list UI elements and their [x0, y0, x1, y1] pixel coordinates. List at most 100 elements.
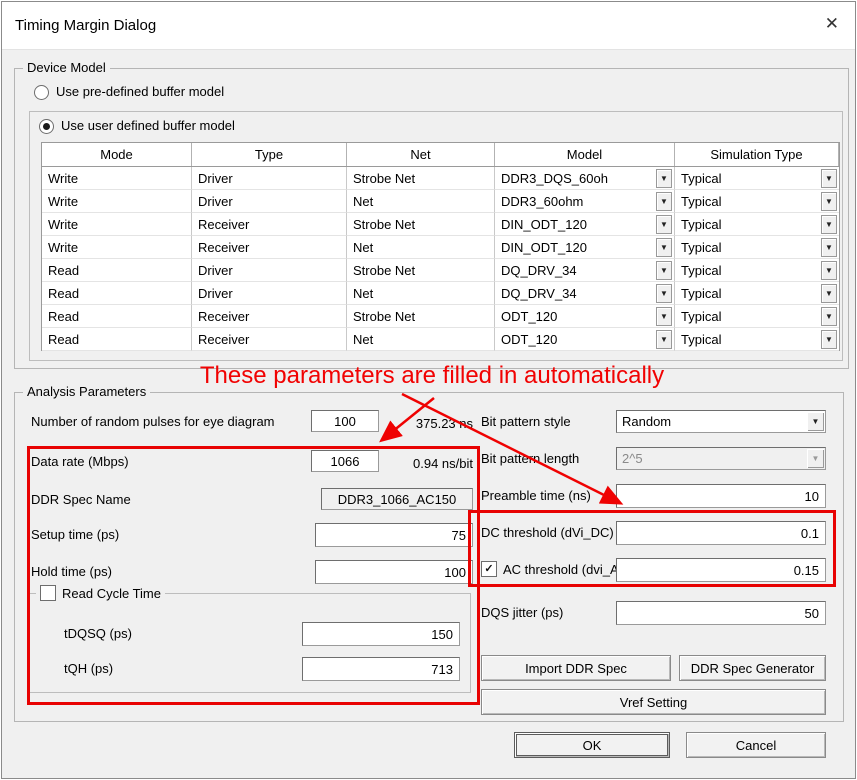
data-rate-per-bit-text: 0.94 ns/bit — [397, 456, 473, 471]
model-value: ODT_120 — [501, 309, 557, 324]
bit-pattern-length-label: Bit pattern length — [481, 451, 579, 466]
user-defined-buffer-label: Use user defined buffer model — [61, 118, 235, 133]
model-dropdown[interactable]: DDR3_DQS_60oh ▼ — [495, 167, 675, 190]
data-rate-value: 1066 — [331, 454, 360, 469]
read-cycle-time-group: Read Cycle Time tDQSQ (ps) 150 tQH (ps) … — [29, 593, 471, 693]
table-row: Write Driver Net DDR3_60ohm ▼ Typical ▼ — [42, 190, 839, 213]
dqs-jitter-label: DQS jitter (ps) — [481, 605, 563, 620]
simulation-type-dropdown[interactable]: Typical ▼ — [675, 282, 839, 305]
chevron-down-icon[interactable]: ▼ — [656, 261, 672, 280]
model-dropdown[interactable]: DDR3_60ohm ▼ — [495, 190, 675, 213]
sim-value: Typical — [681, 309, 721, 324]
type-cell: Driver — [192, 259, 347, 282]
tqh-input[interactable]: 713 — [302, 657, 460, 681]
simulation-type-dropdown[interactable]: Typical ▼ — [675, 259, 839, 282]
close-icon[interactable]: ✕ — [825, 14, 839, 34]
simulation-type-dropdown[interactable]: Typical ▼ — [675, 167, 839, 190]
simulation-type-dropdown[interactable]: Typical ▼ — [675, 190, 839, 213]
model-dropdown[interactable]: DIN_ODT_120 ▼ — [495, 213, 675, 236]
net-cell: Strobe Net — [347, 305, 495, 328]
type-cell: Driver — [192, 282, 347, 305]
simulation-type-dropdown[interactable]: Typical ▼ — [675, 328, 839, 351]
chevron-down-icon[interactable]: ▼ — [821, 284, 837, 303]
checkmark-icon: ✓ — [484, 564, 493, 575]
dialog-title: Timing Margin Dialog — [15, 17, 156, 34]
chevron-down-icon[interactable]: ▼ — [656, 215, 672, 234]
ok-button[interactable]: OK — [514, 732, 670, 758]
model-dropdown[interactable]: DQ_DRV_34 ▼ — [495, 282, 675, 305]
mode-cell: Read — [42, 328, 192, 351]
ac-threshold-checkbox[interactable]: ✓ — [481, 561, 497, 577]
net-cell: Strobe Net — [347, 213, 495, 236]
sim-value: Typical — [681, 332, 721, 347]
tdqsq-input[interactable]: 150 — [302, 622, 460, 646]
chevron-down-icon[interactable]: ▼ — [656, 330, 672, 349]
chevron-down-icon[interactable]: ▼ — [821, 192, 837, 211]
type-cell: Receiver — [192, 328, 347, 351]
ac-threshold-input[interactable]: 0.15 — [616, 558, 826, 582]
mode-cell: Read — [42, 282, 192, 305]
chevron-down-icon[interactable]: ▼ — [821, 330, 837, 349]
cancel-button[interactable]: Cancel — [686, 732, 826, 758]
setup-time-input[interactable]: 75 — [315, 523, 473, 547]
ddr-spec-generator-button[interactable]: DDR Spec Generator — [679, 655, 826, 681]
simulation-type-dropdown[interactable]: Typical ▼ — [675, 236, 839, 259]
predefined-buffer-label: Use pre-defined buffer model — [56, 84, 224, 99]
table-row: Read Driver Net DQ_DRV_34 ▼ Typical ▼ — [42, 282, 839, 305]
chevron-down-icon[interactable]: ▼ — [656, 169, 672, 188]
mode-cell: Read — [42, 259, 192, 282]
table-row: Write Receiver Strobe Net DIN_ODT_120 ▼ … — [42, 213, 839, 236]
type-cell: Receiver — [192, 213, 347, 236]
net-cell: Strobe Net — [347, 259, 495, 282]
ddr-spec-name-label: DDR Spec Name — [31, 492, 131, 507]
mode-cell: Write — [42, 190, 192, 213]
predefined-buffer-radio[interactable] — [34, 85, 49, 100]
read-cycle-time-checkbox[interactable] — [40, 585, 56, 601]
dc-threshold-value: 0.1 — [801, 526, 819, 541]
chevron-down-icon[interactable]: ▼ — [821, 169, 837, 188]
model-dropdown[interactable]: DQ_DRV_34 ▼ — [495, 259, 675, 282]
simulation-type-dropdown[interactable]: Typical ▼ — [675, 305, 839, 328]
chevron-down-icon[interactable]: ▼ — [821, 261, 837, 280]
data-rate-input[interactable]: 1066 — [311, 450, 379, 472]
col-header-type: Type — [192, 143, 347, 166]
hold-time-value: 100 — [444, 565, 466, 580]
chevron-down-icon[interactable]: ▼ — [656, 192, 672, 211]
bit-pattern-length-value: 2^5 — [617, 448, 806, 469]
hold-time-input[interactable]: 100 — [315, 560, 473, 584]
chevron-down-icon[interactable]: ▼ — [656, 284, 672, 303]
simulation-type-dropdown[interactable]: Typical ▼ — [675, 213, 839, 236]
pulses-input[interactable]: 100 — [311, 410, 379, 432]
type-cell: Receiver — [192, 305, 347, 328]
type-cell: Driver — [192, 190, 347, 213]
ac-threshold-value: 0.15 — [794, 563, 819, 578]
preamble-time-input[interactable]: 10 — [616, 484, 826, 508]
mode-cell: Write — [42, 213, 192, 236]
vref-setting-button[interactable]: Vref Setting — [481, 689, 826, 715]
chevron-down-icon[interactable]: ▼ — [821, 215, 837, 234]
model-dropdown[interactable]: DIN_ODT_120 ▼ — [495, 236, 675, 259]
chevron-down-icon[interactable]: ▼ — [656, 238, 672, 257]
bit-pattern-style-dropdown[interactable]: Random ▼ — [616, 410, 826, 433]
ddr-spec-name-field: DDR3_1066_AC150 — [321, 488, 473, 510]
pulses-value: 100 — [334, 414, 356, 429]
model-dropdown[interactable]: ODT_120 ▼ — [495, 328, 675, 351]
import-ddr-spec-button[interactable]: Import DDR Spec — [481, 655, 671, 681]
model-value: DIN_ODT_120 — [501, 217, 587, 232]
chevron-down-icon[interactable]: ▼ — [807, 412, 824, 431]
chevron-down-icon[interactable]: ▼ — [821, 238, 837, 257]
analysis-parameters-group: Analysis Parameters Number of random pul… — [14, 392, 844, 722]
model-dropdown[interactable]: ODT_120 ▼ — [495, 305, 675, 328]
ddr-spec-name-value: DDR3_1066_AC150 — [338, 492, 457, 507]
table-header-row: Mode Type Net Model Simulation Type — [42, 143, 839, 167]
chevron-down-icon[interactable]: ▼ — [821, 307, 837, 326]
user-defined-buffer-radio[interactable] — [39, 119, 54, 134]
tqh-label: tQH (ps) — [64, 661, 113, 676]
table-row: Read Receiver Net ODT_120 ▼ Typical ▼ — [42, 328, 839, 351]
dqs-jitter-input[interactable]: 50 — [616, 601, 826, 625]
chevron-down-icon[interactable]: ▼ — [656, 307, 672, 326]
sim-value: Typical — [681, 171, 721, 186]
dc-threshold-input[interactable]: 0.1 — [616, 521, 826, 545]
user-defined-group: Use user defined buffer model Mode Type … — [29, 111, 843, 361]
pulses-duration-text: 375.23 ns — [397, 416, 473, 431]
